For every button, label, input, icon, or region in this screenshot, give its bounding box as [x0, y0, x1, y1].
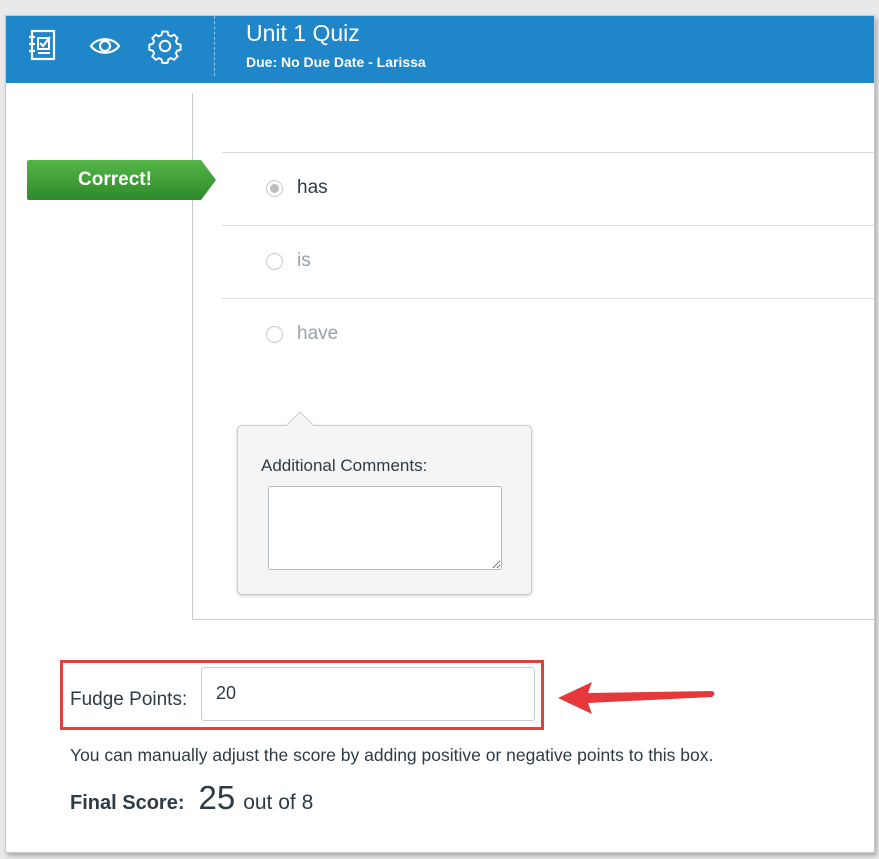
eye-icon[interactable] — [88, 29, 122, 63]
additional-comments-textarea[interactable] — [268, 486, 502, 570]
gear-icon[interactable] — [148, 29, 182, 64]
answer-option[interactable]: have — [266, 316, 338, 352]
final-score: Final Score: 25 out of 8 — [70, 779, 313, 817]
radio-icon[interactable] — [266, 252, 283, 270]
radio-selected-icon[interactable] — [266, 179, 283, 197]
answer-separator — [222, 225, 874, 226]
arrow-icon — [558, 682, 715, 714]
radio-icon[interactable] — [266, 325, 283, 343]
correct-label: Correct! — [78, 169, 152, 190]
fudge-points-label: Fudge Points: — [70, 689, 188, 710]
gradebook-icon[interactable] — [26, 29, 60, 63]
header-divider — [214, 16, 215, 76]
popover-pointer — [286, 411, 314, 427]
answer-label: have — [297, 323, 339, 344]
quiz-header: Unit 1 Quiz Due: No Due Date - Larissa — [6, 16, 874, 83]
final-score-value: 25 — [198, 779, 236, 816]
answer-label: has — [297, 177, 328, 198]
answer-option[interactable]: has — [266, 170, 328, 206]
additional-comments-popover: Additional Comments: — [237, 425, 532, 595]
answer-separator — [222, 152, 874, 153]
final-score-total: out of 8 — [243, 791, 314, 814]
speedgrader-window: Unit 1 Quiz Due: No Due Date - Larissa C… — [5, 15, 875, 853]
fudge-hint-text: You can manually adjust the score by add… — [70, 745, 714, 765]
answer-label: is — [297, 250, 311, 271]
answer-separator — [222, 298, 874, 299]
correct-badge: Correct! — [27, 160, 217, 200]
quiz-title: Unit 1 Quiz — [246, 20, 360, 46]
answer-option[interactable]: is — [266, 243, 311, 279]
fudge-points-input[interactable]: 20 — [201, 667, 535, 721]
quiz-due-student: Due: No Due Date - Larissa — [246, 54, 426, 70]
additional-comments-label: Additional Comments: — [261, 456, 428, 475]
final-score-label: Final Score: — [70, 792, 185, 814]
